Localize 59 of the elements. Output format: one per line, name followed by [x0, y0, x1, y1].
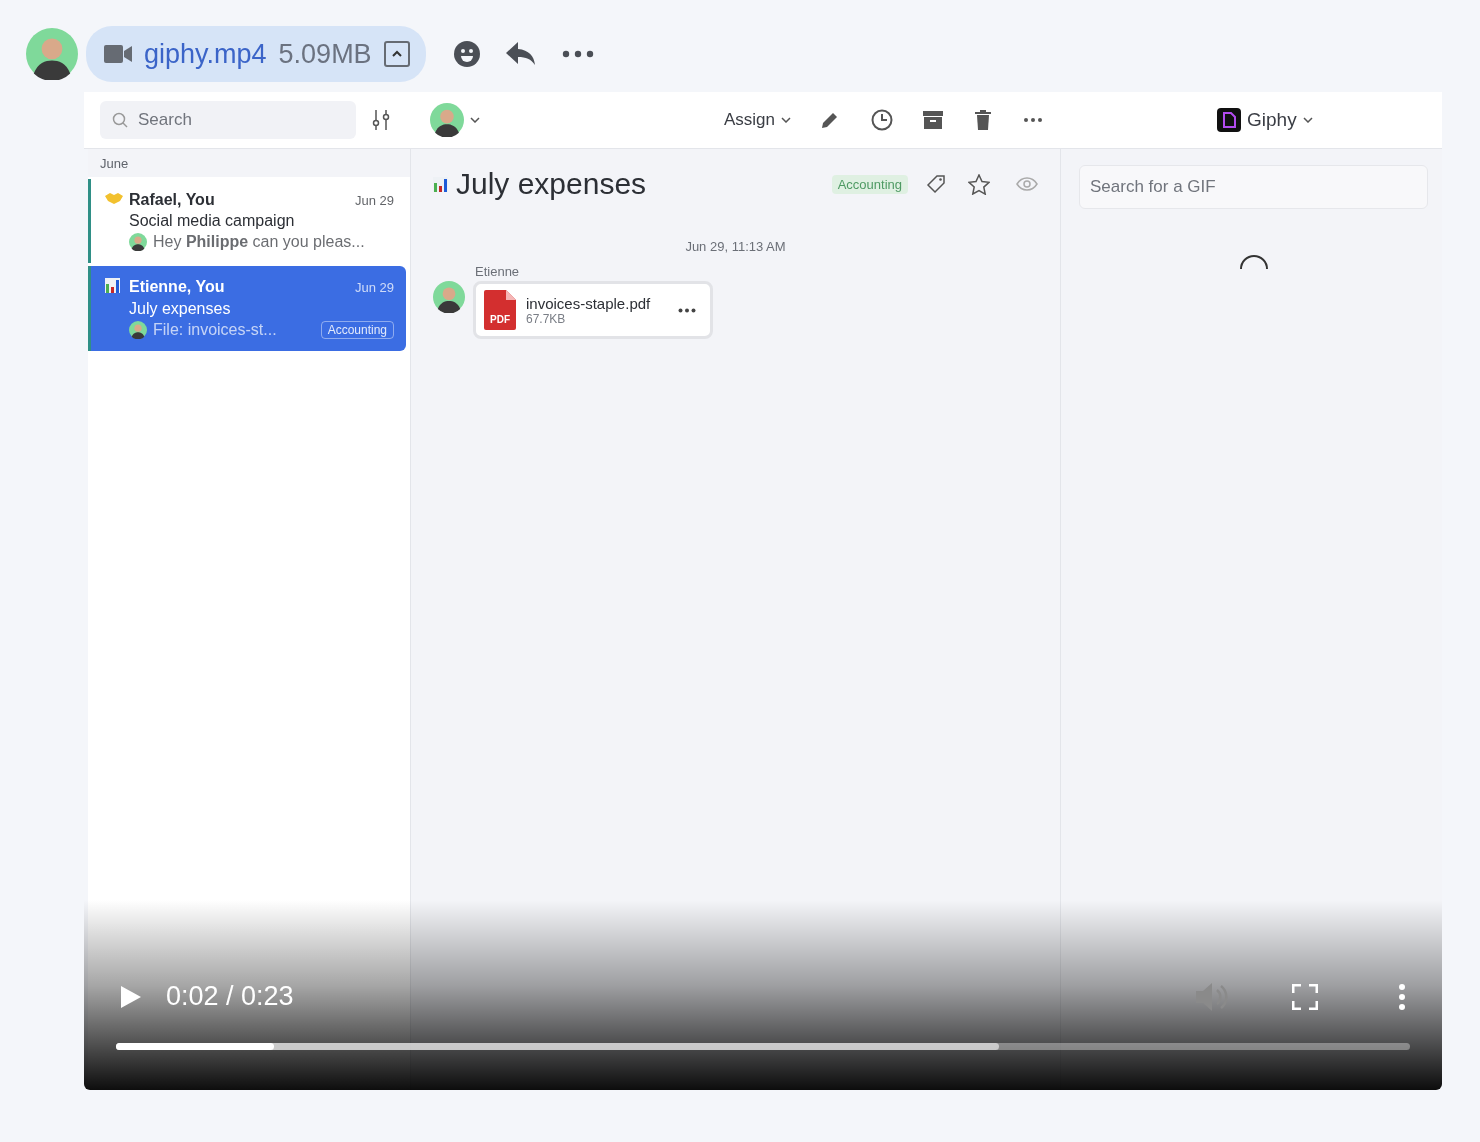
attachment-size: 67.7KB: [526, 311, 566, 326]
conversation-tag: Accounting: [831, 174, 908, 194]
app-logo: [1217, 108, 1242, 132]
conversation-date: Jun 29: [354, 280, 394, 295]
more-icon[interactable]: [1023, 117, 1044, 123]
sender-name: Etienne: [475, 264, 521, 279]
more-icon[interactable]: [678, 307, 696, 313]
clock-icon[interactable]: [871, 109, 894, 131]
message-timestamp: Jun 29, 11:13 AM: [684, 239, 787, 254]
conversation-subject: Social media campaign: [129, 212, 296, 230]
attachment-name: invoices-staple.pdf: [526, 294, 652, 312]
trash-icon[interactable]: [975, 110, 992, 130]
pdf-file-icon: PDF: [484, 290, 516, 330]
progress-bar[interactable]: [116, 1043, 1410, 1050]
sender-avatar: [129, 233, 147, 251]
loading-spinner: [1238, 255, 1269, 271]
filter-icon[interactable]: [372, 110, 390, 130]
conversation-item[interactable]: Etienne, You Jun 29 July expenses File: invoices-st... Accounting: [88, 266, 406, 351]
integration-menu[interactable]: Giphy: [1217, 108, 1313, 132]
more-options-icon[interactable]: [1398, 982, 1406, 1011]
bar-chart-icon: [105, 278, 120, 293]
reply-icon[interactable]: [505, 42, 536, 66]
playback-time: 0:02 / 0:23: [166, 981, 295, 1012]
archive-icon[interactable]: [923, 111, 944, 129]
chevron-down-icon[interactable]: [470, 117, 480, 123]
collapse-icon[interactable]: [383, 41, 410, 67]
assign-button[interactable]: Assign: [724, 110, 792, 130]
bar-chart-icon: [433, 176, 448, 192]
conversation-title: July expenses: [456, 167, 648, 201]
file-attachment[interactable]: PDF invoices-staple.pdf 67.7KB: [473, 281, 713, 339]
video-camera-icon: [104, 45, 132, 63]
sender-avatar: [129, 321, 147, 339]
conversation-subject: July expenses: [129, 300, 232, 318]
pencil-icon[interactable]: [821, 111, 840, 129]
assignee-avatar: [430, 103, 464, 137]
participants: Etienne, You: [129, 278, 226, 297]
emoji-icon[interactable]: [453, 41, 480, 67]
search-field[interactable]: Search: [100, 101, 356, 139]
message-preview: Hey Philippe can you pleas...: [153, 233, 366, 251]
message-preview: File: invoices-st...: [153, 321, 278, 339]
file-size: 5.09MB: [278, 38, 372, 70]
star-icon[interactable]: [968, 173, 990, 195]
sender-avatar: [433, 281, 465, 313]
more-icon[interactable]: [561, 50, 594, 58]
search-icon: [112, 112, 128, 128]
file-name: giphy.mp4: [144, 38, 267, 70]
chevron-down-icon: [781, 117, 792, 123]
gif-search-field[interactable]: Search for a GIF: [1079, 165, 1428, 209]
chevron-down-icon: [1302, 117, 1313, 123]
conversation-date: Jun 29: [354, 192, 394, 208]
handshake-icon: [105, 193, 123, 205]
attachment-chip[interactable]: giphy.mp4 5.09MB: [86, 26, 426, 82]
participants: Rafael, You: [129, 191, 216, 209]
section-header: June: [88, 149, 410, 177]
tag-icon[interactable]: [926, 174, 946, 194]
conversation-tag: Accounting: [320, 321, 394, 339]
fullscreen-icon[interactable]: [1292, 983, 1318, 1010]
play-icon[interactable]: [120, 984, 142, 1009]
avatar: [26, 28, 78, 80]
